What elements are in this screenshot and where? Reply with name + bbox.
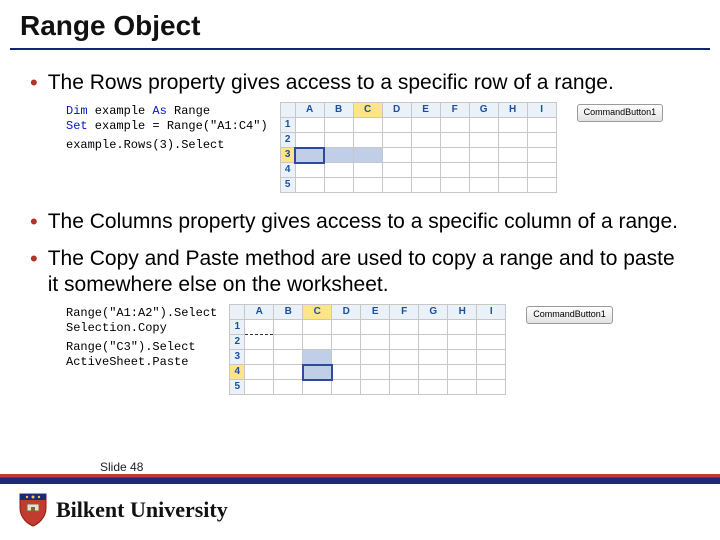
slide-number: Slide 48 [100,460,143,474]
sheet-example-2: ABC DEF GHI 1 2 3 4 5 CommandButton1 [229,302,613,401]
bullet-text: The Copy and Paste method are used to co… [48,246,690,299]
bullet-text: The Columns property gives access to a s… [48,209,690,235]
bullet-copy: • The Copy and Paste method are used to … [30,246,690,299]
footer-band [0,474,720,484]
bullet-icon: • [30,70,38,96]
command-button[interactable]: CommandButton1 [577,104,664,121]
bullet-cols: • The Columns property gives access to a… [30,209,690,235]
code-block-4: Range("C3").Select ActiveSheet.Paste [66,340,217,370]
command-button[interactable]: CommandButton1 [526,306,613,323]
bullet-icon: • [30,246,38,272]
page-title: Range Object [0,0,720,46]
content-area: • The Rows property gives access to a sp… [0,50,720,401]
bullet-rows: • The Rows property gives access to a sp… [30,70,690,96]
code-block-2: example.Rows(3).Select [66,138,268,153]
university-name: Bilkent University [56,497,228,523]
bullet-icon: • [30,209,38,235]
sheet-example-1: ABC DEF GHI 1 2 3 4 5 CommandButton1 [280,100,664,199]
code-block-1: Dim example As Range Set example = Range… [66,104,268,134]
shield-icon [18,492,48,528]
code-block-3: Range("A1:A2").Select Selection.Copy [66,306,217,336]
bullet-text: The Rows property gives access to a spec… [48,70,690,96]
university-logo: Bilkent University [18,492,228,528]
